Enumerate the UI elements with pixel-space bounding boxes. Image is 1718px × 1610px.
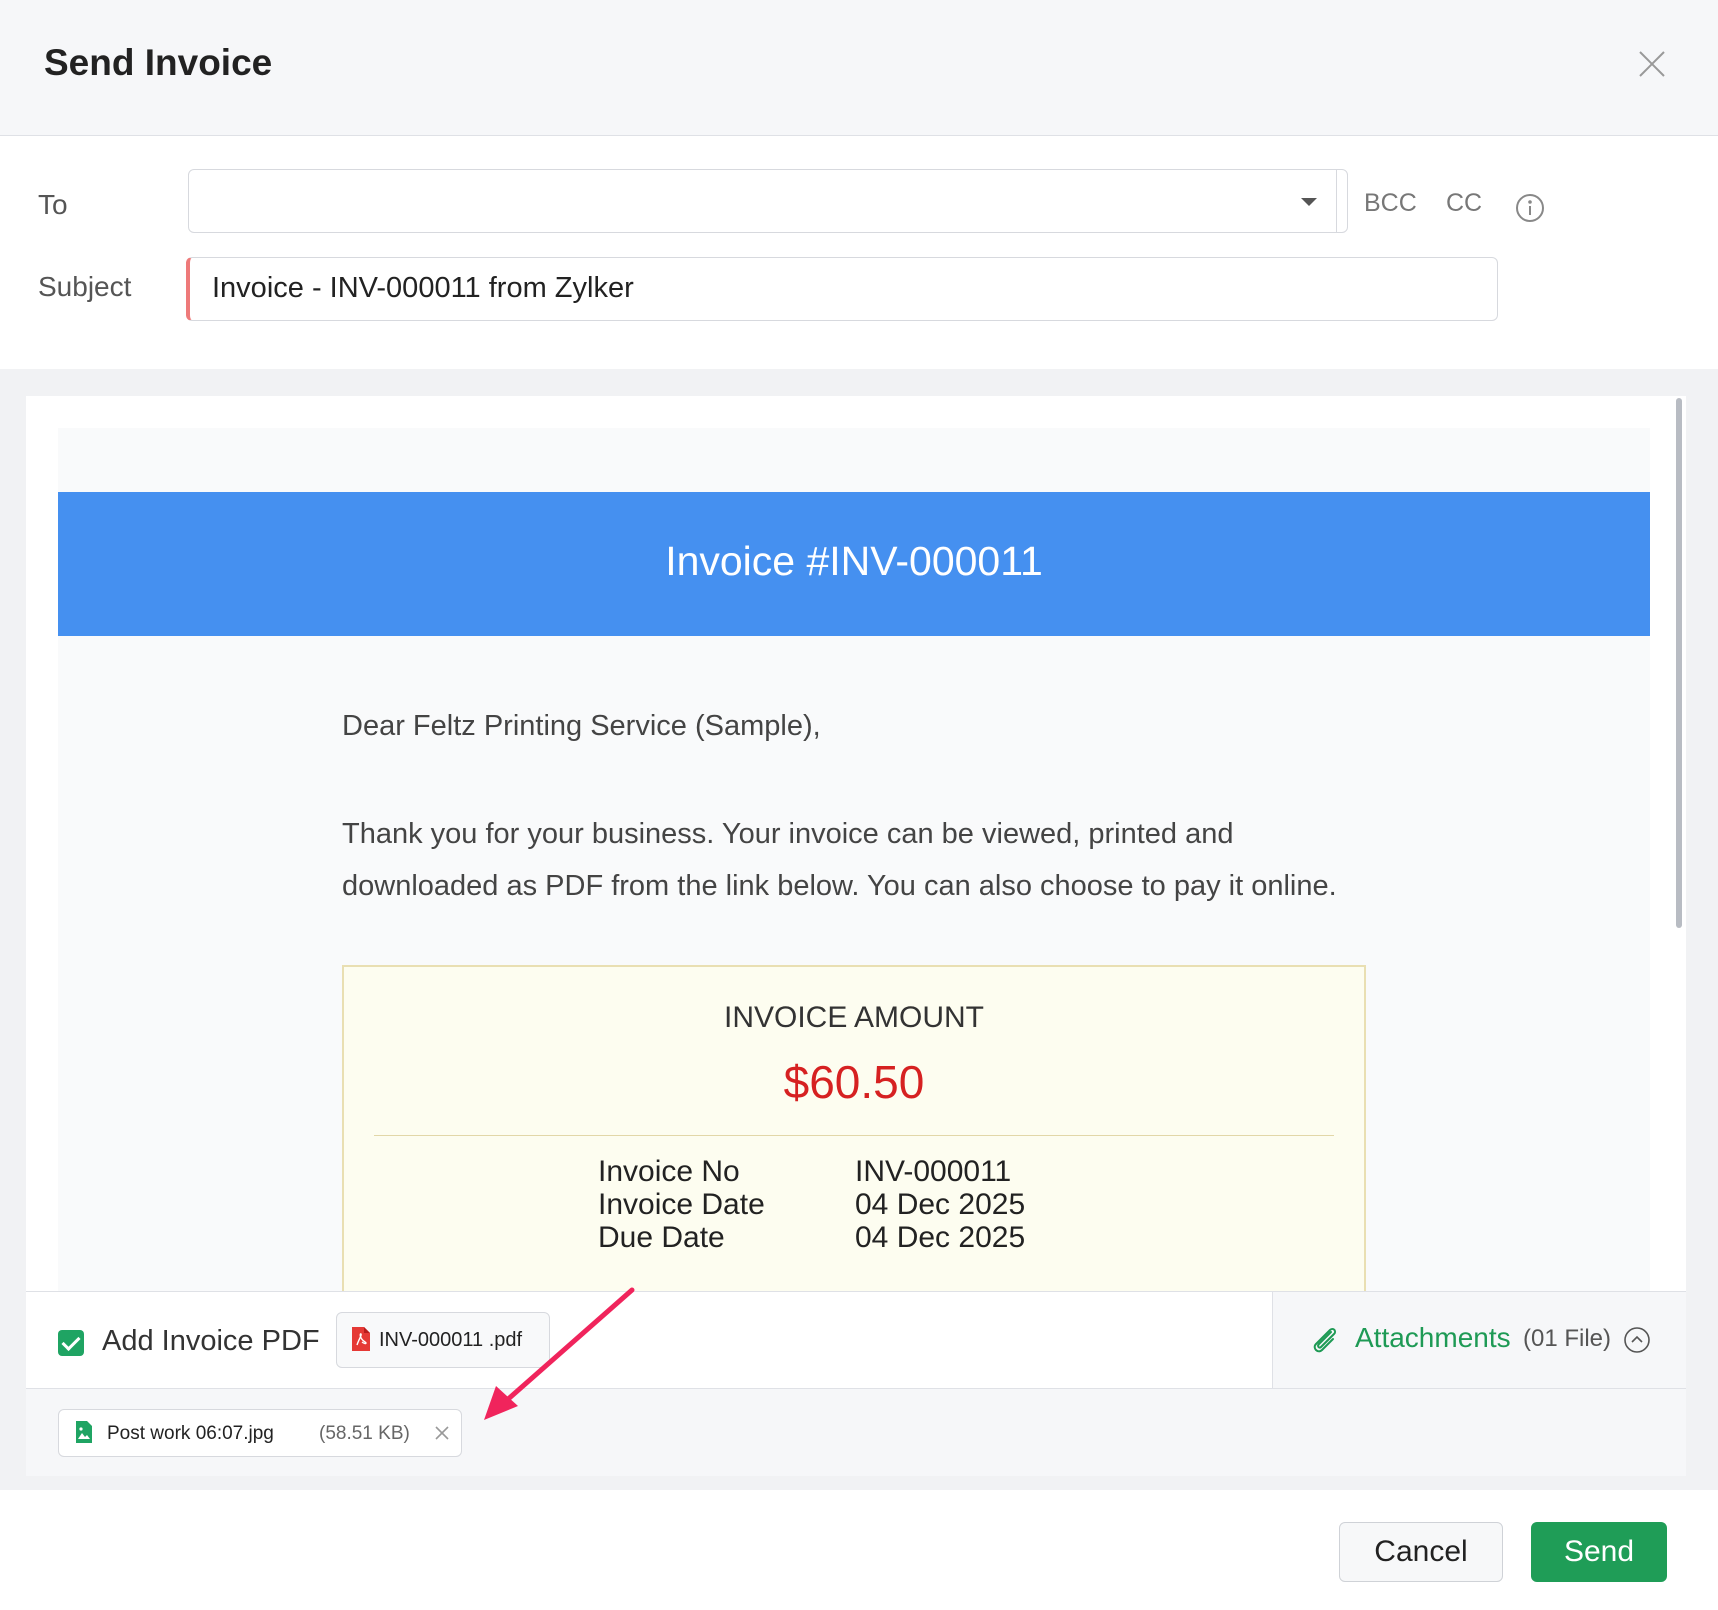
add-invoice-pdf-label: Add Invoice PDF — [102, 1325, 320, 1357]
amount-value: $60.50 — [783, 1056, 925, 1108]
email-preview[interactable]: Invoice #INV-000011 Dear Feltz Printing … — [26, 396, 1686, 1292]
email-paragraph-line: downloaded as PDF from the link below. Y… — [342, 870, 1337, 902]
dialog-footer: Cancel Send — [0, 1490, 1718, 1610]
to-label: To — [38, 189, 68, 220]
detail-value: 04 Dec 2025 — [855, 1221, 1026, 1254]
send-button[interactable]: Send — [1531, 1522, 1667, 1582]
detail-value: 04 Dec 2025 — [855, 1188, 1026, 1221]
subject-label: Subject — [38, 271, 132, 302]
invoice-amount-box: INVOICE AMOUNT $60.50 Invoice No INV-000… — [342, 965, 1366, 1292]
email-form: To BCC CC Subject Invoice - INV-000011 f… — [0, 137, 1718, 369]
annotation-arrow-icon — [484, 1287, 635, 1420]
detail-label: Due Date — [598, 1221, 725, 1254]
remove-file-icon[interactable] — [433, 1424, 451, 1442]
paperclip-icon — [1313, 1327, 1337, 1353]
chevron-up-icon[interactable] — [1623, 1326, 1651, 1354]
email-greeting: Dear Feltz Printing Service (Sample), — [342, 710, 821, 742]
attachments-section: Attachments (01 File) — [1272, 1292, 1686, 1388]
detail-label: Invoice Date — [598, 1188, 765, 1221]
pdf-icon — [352, 1327, 370, 1351]
attached-file-name: Post work 06:07.jpg — [107, 1423, 274, 1444]
email-paragraph: Thank you for your business. Your invoic… — [342, 808, 1362, 912]
close-icon[interactable] — [1636, 48, 1668, 80]
add-invoice-pdf-checkbox[interactable] — [58, 1330, 84, 1356]
dialog-title: Send Invoice — [44, 42, 273, 83]
attachments-count: (01 File) — [1523, 1325, 1612, 1352]
scrollbar[interactable] — [1676, 398, 1682, 928]
email-body: Invoice #INV-000011 Dear Feltz Printing … — [58, 428, 1650, 1292]
to-addon — [1317, 170, 1347, 232]
cc-link[interactable]: CC — [1446, 189, 1482, 218]
detail-label: Invoice No — [598, 1155, 740, 1188]
amount-label: INVOICE AMOUNT — [723, 1001, 985, 1034]
attached-file-chip[interactable]: Post work 06:07.jpg (58.51 KB) — [58, 1409, 462, 1457]
attachments-link[interactable]: Attachments — [1355, 1322, 1511, 1354]
divider — [374, 1135, 1334, 1136]
to-field[interactable] — [188, 169, 1348, 233]
image-file-icon — [76, 1421, 92, 1443]
dialog-header: Send Invoice — [0, 0, 1718, 136]
email-paragraph-line: Thank you for your business. Your invoic… — [342, 818, 1234, 850]
invoice-banner: Invoice #INV-000011 — [58, 492, 1650, 636]
cancel-button[interactable]: Cancel — [1339, 1522, 1503, 1582]
detail-value: INV-000011 — [855, 1155, 1012, 1188]
subject-field[interactable]: Invoice - INV-000011 from Zylker — [186, 257, 1498, 321]
info-icon[interactable] — [1515, 193, 1545, 223]
subject-value: Invoice - INV-000011 from Zylker — [212, 272, 634, 304]
banner-title: Invoice #INV-000011 — [665, 538, 1043, 584]
bcc-link[interactable]: BCC — [1364, 189, 1417, 218]
attachment-bar: Add Invoice PDF INV-000011 .pdf Attachme… — [26, 1291, 1686, 1389]
attached-file-size: (58.51 KB) — [319, 1423, 410, 1444]
attached-files-row: Post work 06:07.jpg (58.51 KB) — [26, 1389, 1686, 1476]
